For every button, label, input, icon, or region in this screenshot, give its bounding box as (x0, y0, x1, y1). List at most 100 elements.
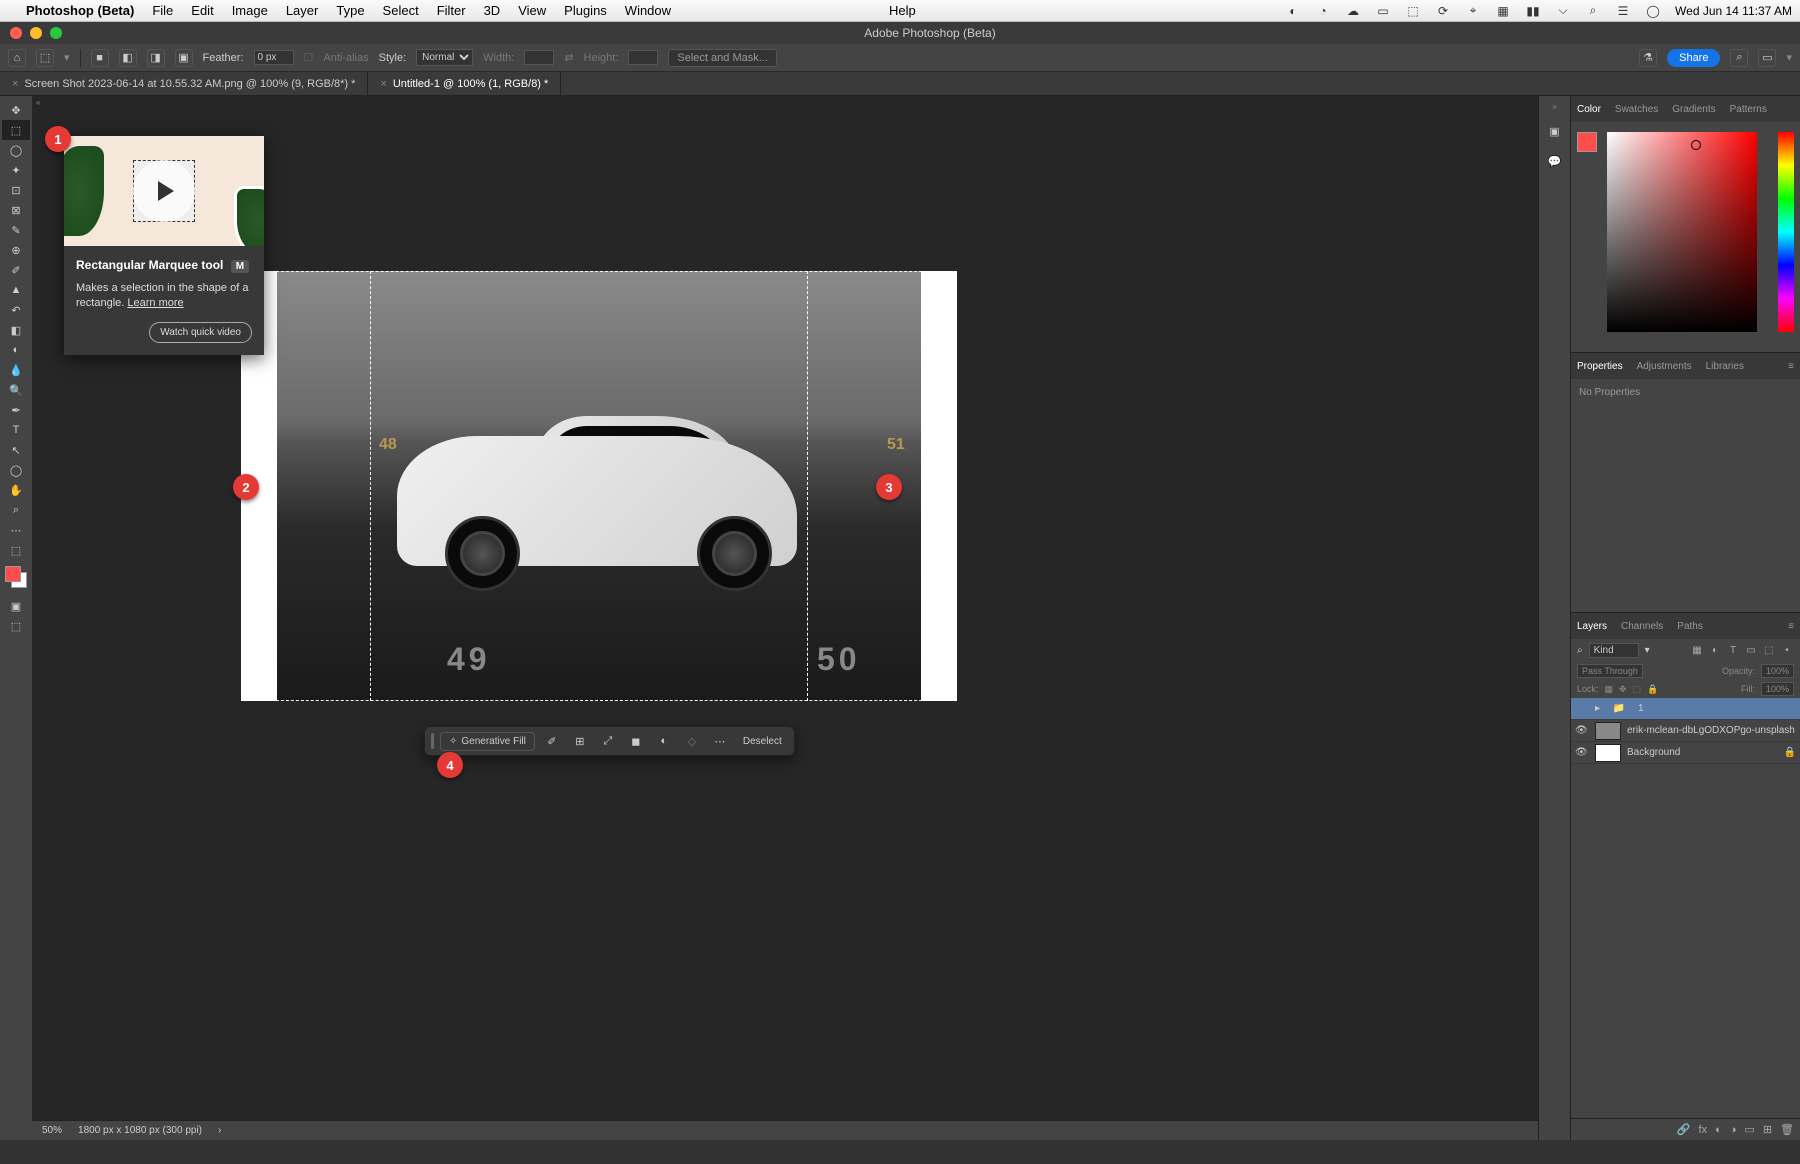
lock-pixels-icon[interactable]: ▦ (1605, 684, 1614, 695)
layer-name[interactable]: erik-mclean-dbLgODXOPgo-unsplash (1627, 725, 1795, 736)
zoom-level[interactable]: 50% (42, 1125, 62, 1136)
eyedropper-tool[interactable]: ✎ (2, 220, 30, 240)
search-icon[interactable]: ⌕ (1730, 49, 1748, 67)
tab-patterns[interactable]: Patterns (1730, 104, 1767, 115)
delete-layer-icon[interactable]: 🗑 (1780, 1123, 1794, 1136)
color-picker[interactable] (1571, 122, 1800, 352)
tray-icon-5[interactable]: ⬚ (1405, 3, 1421, 19)
layer-filter-input[interactable] (1589, 643, 1639, 658)
dodge-tool[interactable]: 🔍 (2, 380, 30, 400)
brush-tool[interactable]: ✐ (2, 260, 30, 280)
layer-name[interactable]: 1 (1638, 703, 1644, 714)
tray-icon-3[interactable]: ☁ (1345, 3, 1361, 19)
filter-toggle-icon[interactable]: • (1780, 644, 1794, 658)
tray-control-icon[interactable]: ☰ (1615, 3, 1631, 19)
edit-toolbar[interactable]: ⬚ (2, 540, 30, 560)
menu-3d[interactable]: 3D (484, 3, 501, 18)
doc-dimensions[interactable]: 1800 px x 1080 px (300 ppi) (78, 1125, 202, 1136)
tray-icon-8[interactable]: ▦ (1495, 3, 1511, 19)
tray-wifi-icon[interactable]: ⌵ (1555, 3, 1571, 19)
tray-icon-6[interactable]: ⟳ (1435, 3, 1451, 19)
tray-icon-2[interactable]: ◔ (1315, 3, 1331, 19)
tab-gradients[interactable]: Gradients (1672, 104, 1715, 115)
close-tab-icon[interactable]: × (12, 78, 18, 90)
learn-more-link[interactable]: Learn more (127, 297, 183, 309)
lock-icon[interactable]: 🔒 (1784, 747, 1796, 758)
deselect-button[interactable]: Deselect (737, 736, 788, 747)
adjust-icon[interactable]: ◐ (653, 730, 675, 752)
eraser-tool[interactable]: ◧ (2, 320, 30, 340)
feather-input[interactable] (254, 50, 294, 65)
home-icon[interactable]: ⌂ (8, 49, 26, 67)
contextual-taskbar[interactable]: ✧ Generative Fill ✐ ⊞ ⤢ ◼ ◐ ◇ ⋯ Deselect (424, 726, 795, 756)
lock-icon[interactable]: 🔒 (1647, 684, 1658, 695)
tab-color[interactable]: Color (1577, 104, 1601, 115)
tab-layers[interactable]: Layers (1577, 621, 1607, 632)
color-field[interactable] (1607, 132, 1757, 332)
maximize-window-button[interactable] (50, 27, 62, 39)
layer-background[interactable]: 👁 Background 🔒 (1571, 742, 1800, 764)
shape-tool[interactable]: ◯ (2, 460, 30, 480)
menu-type[interactable]: Type (336, 3, 364, 18)
fill-select-icon[interactable]: ◼ (625, 730, 647, 752)
comments-panel-icon[interactable]: 💬 (1545, 151, 1565, 171)
taskbar-handle[interactable] (431, 733, 434, 749)
generative-fill-button[interactable]: ✧ Generative Fill (440, 732, 535, 751)
marquee-tool[interactable]: ⬚ (2, 120, 30, 140)
blur-tool[interactable]: 💧 (2, 360, 30, 380)
workspace-icon[interactable]: ▭ (1758, 49, 1776, 67)
tab-libraries[interactable]: Libraries (1706, 361, 1744, 372)
tray-bluetooth-icon[interactable]: ⌖ (1465, 3, 1481, 19)
color-swatch[interactable] (5, 566, 27, 588)
chevron-right-icon[interactable]: › (218, 1125, 221, 1136)
move-tool[interactable]: ✥ (2, 100, 30, 120)
tray-battery-icon[interactable]: ▮▮ (1525, 3, 1541, 19)
tray-search-icon[interactable]: ⌕ (1585, 3, 1601, 19)
lock-position-icon[interactable]: ✥ (1619, 684, 1627, 695)
minimize-window-button[interactable] (30, 27, 42, 39)
transform-select-icon[interactable]: ⤢ (597, 730, 619, 752)
history-brush-tool[interactable]: ↶ (2, 300, 30, 320)
link-layers-icon[interactable]: 🔗 (1677, 1123, 1691, 1136)
opacity-value[interactable]: 100% (1761, 664, 1794, 678)
lasso-tool[interactable]: ◯ (2, 140, 30, 160)
menu-help[interactable]: Help (889, 3, 916, 18)
watch-video-button[interactable]: Watch quick video (149, 322, 252, 343)
adjustment-icon[interactable]: ◑ (1730, 1124, 1737, 1136)
clone-tool[interactable]: ▲ (2, 280, 30, 300)
selection-subtract-icon[interactable]: ◨ (147, 49, 165, 67)
anti-alias-checkbox[interactable]: ☐ (304, 51, 314, 64)
group-icon[interactable]: ▭ (1744, 1123, 1754, 1136)
lock-all-icon[interactable]: ⬚ (1633, 684, 1642, 695)
layer-image[interactable]: 👁 erik-mclean-dbLgODXOPgo-unsplash (1571, 720, 1800, 742)
magic-wand-tool[interactable]: ✦ (2, 160, 30, 180)
zoom-tool[interactable]: ⌕ (2, 500, 30, 520)
selection-add-icon[interactable]: ◧ (119, 49, 137, 67)
expand-handle[interactable]: » (1552, 102, 1556, 111)
chevron-right-icon[interactable]: ▸ (1595, 703, 1600, 714)
tab-channels[interactable]: Channels (1621, 621, 1663, 632)
tab-swatches[interactable]: Swatches (1615, 104, 1658, 115)
mask-icon[interactable]: ◐ (1715, 1124, 1722, 1136)
panel-menu-icon[interactable]: ≡ (1788, 621, 1794, 632)
filter-shape-icon[interactable]: ▭ (1744, 644, 1758, 658)
document-tab-1[interactable]: × Screen Shot 2023-06-14 at 10.55.32 AM.… (0, 72, 368, 96)
color-selector-ring[interactable] (1691, 140, 1701, 150)
app-name[interactable]: Photoshop (Beta) (26, 3, 134, 18)
filter-smart-icon[interactable]: ⬚ (1762, 644, 1776, 658)
close-tab-icon[interactable]: × (380, 78, 386, 90)
beaker-icon[interactable]: ⚗ (1639, 49, 1657, 67)
marquee-tool-icon[interactable]: ⬚ (36, 49, 54, 67)
crop-tool[interactable]: ⊡ (2, 180, 30, 200)
filter-type-icon[interactable]: T (1726, 644, 1740, 658)
menubar-datetime[interactable]: Wed Jun 14 11:37 AM (1675, 4, 1792, 18)
more-options-icon[interactable]: ⋯ (709, 730, 731, 752)
hue-slider[interactable] (1778, 132, 1794, 332)
select-and-mask-button[interactable]: Select and Mask... (668, 49, 777, 67)
blend-mode-select[interactable]: Pass Through (1577, 664, 1643, 678)
share-button[interactable]: Share (1667, 49, 1720, 67)
tray-siri-icon[interactable]: ◯ (1645, 3, 1661, 19)
menu-layer[interactable]: Layer (286, 3, 319, 18)
tray-folder-icon[interactable]: ▭ (1375, 3, 1391, 19)
menu-plugins[interactable]: Plugins (564, 3, 607, 18)
